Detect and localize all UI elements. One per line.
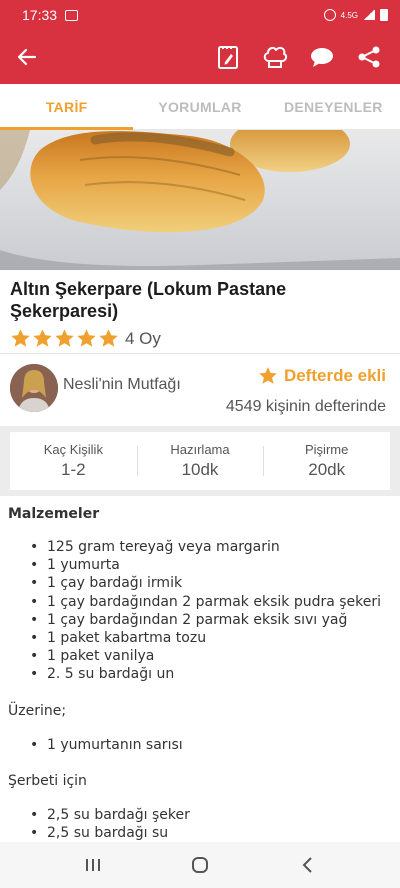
avatar[interactable] [10, 364, 58, 412]
ingredient-list: 125 gram tereyağ veya margarin 1 yumurta… [8, 538, 392, 684]
status-icons: 4.5G [323, 9, 388, 21]
list-item: 1 yumurta [30, 556, 392, 574]
stat-value: 20dk [308, 460, 346, 479]
syrup-label: Şerbeti için [8, 772, 87, 789]
share-button[interactable] [345, 30, 392, 84]
signal-icon [363, 10, 375, 20]
saved-label: Defterde ekli [283, 366, 386, 385]
comment-icon [310, 48, 333, 67]
stat-value: 10dk [181, 460, 219, 479]
topping-list: 1 yumurtanın sarısı [8, 736, 392, 754]
stat-servings: Kaç Kişilik 1-2 [10, 432, 137, 490]
stat-cook-time: Pişirme 20dk [263, 432, 390, 490]
star-icon [33, 329, 52, 347]
back-button[interactable] [0, 30, 54, 84]
vote-count: 4 Oy [125, 328, 161, 348]
star-icon [77, 329, 96, 347]
clipboard-edit-icon [217, 46, 238, 69]
battery-icon [380, 9, 388, 21]
ingredients-heading: Malzemeler [8, 506, 100, 522]
divider [0, 353, 400, 354]
list-item: 2,5 su bardağı şeker [30, 806, 392, 824]
list-item: 1 çay bardağı irmik [30, 574, 392, 592]
stat-value: 1-2 [61, 460, 86, 479]
image-notification-icon [65, 9, 79, 21]
app-bar [0, 30, 400, 84]
saved-to-notebook-button[interactable]: Defterde ekli [258, 366, 386, 386]
tab-comments[interactable]: YORUMLAR [133, 84, 266, 129]
tab-tried[interactable]: DENEYENLER [267, 84, 400, 129]
recipe-header: Altın Şekerpare (Lokum Pastane Şekerpare… [0, 270, 400, 349]
star-rating[interactable] [10, 328, 119, 349]
status-time: 17:33 [22, 7, 58, 23]
stats-card: Kaç Kişilik 1-2 Hazırlama 10dk Pişirme 2… [10, 432, 390, 490]
list-item: 1 yumurtanın sarısı [30, 736, 392, 754]
syrup-list: 2,5 su bardağı şeker 2,5 su bardağı su [8, 806, 392, 842]
chef-button[interactable] [251, 30, 298, 84]
home-button[interactable] [180, 845, 220, 885]
list-item: 1 paket kabartma tozu [30, 629, 392, 647]
network-type: 4.5G [340, 10, 358, 20]
back-arrow-icon [17, 48, 37, 66]
share-icon [358, 46, 379, 68]
author-name[interactable]: Nesli'nin Mutfağı [63, 376, 181, 394]
star-icon [55, 329, 74, 347]
list-item: 1 çay bardağından 2 parmak eksik sıvı ya… [30, 611, 392, 629]
saved-count: 4549 kişinin defterinde [225, 398, 386, 415]
stat-label: Kaç Kişilik [43, 442, 103, 457]
star-icon [259, 367, 277, 384]
recent-apps-button[interactable] [73, 845, 113, 885]
tab-recipe[interactable]: TARİF [0, 84, 134, 130]
tab-bar: TARİF YORUMLAR DENEYENLER [0, 84, 400, 130]
status-bar: 17:33 4.5G [0, 0, 400, 30]
list-item: 2. 5 su bardağı un [30, 665, 392, 683]
stat-prep-time: Hazırlama 10dk [136, 432, 264, 490]
list-item: 2,5 su bardağı su [30, 824, 392, 842]
recipe-content: Malzemeler 125 gram tereyağ veya margari… [0, 502, 400, 842]
back-nav-button[interactable] [287, 845, 327, 885]
star-icon [99, 329, 118, 347]
star-icon [11, 329, 30, 347]
recipe-image [0, 130, 400, 270]
recent-apps-icon [86, 859, 101, 871]
author-section: Nesli'nin Mutfağı Defterde ekli 4549 kiş… [0, 358, 400, 426]
app-bar-actions [204, 30, 400, 84]
chevron-left-icon [302, 857, 312, 873]
stat-label: Hazırlama [170, 442, 230, 457]
list-item: 125 gram tereyağ veya margarin [30, 538, 392, 556]
alarm-icon [323, 9, 336, 21]
home-icon [191, 857, 208, 873]
stat-label: Pişirme [305, 442, 349, 457]
rating-row: 4 Oy [10, 328, 390, 349]
add-note-button[interactable] [204, 30, 251, 84]
list-item: 1 paket vanilya [30, 647, 392, 665]
system-nav-bar [0, 842, 400, 888]
chef-hat-icon [263, 46, 287, 68]
recipe-title: Altın Şekerpare (Lokum Pastane Şekerpare… [10, 279, 287, 321]
list-item: 1 çay bardağından 2 parmak eksik pudra ş… [30, 593, 392, 611]
topping-label: Üzerine; [8, 702, 67, 719]
comment-button[interactable] [298, 30, 345, 84]
